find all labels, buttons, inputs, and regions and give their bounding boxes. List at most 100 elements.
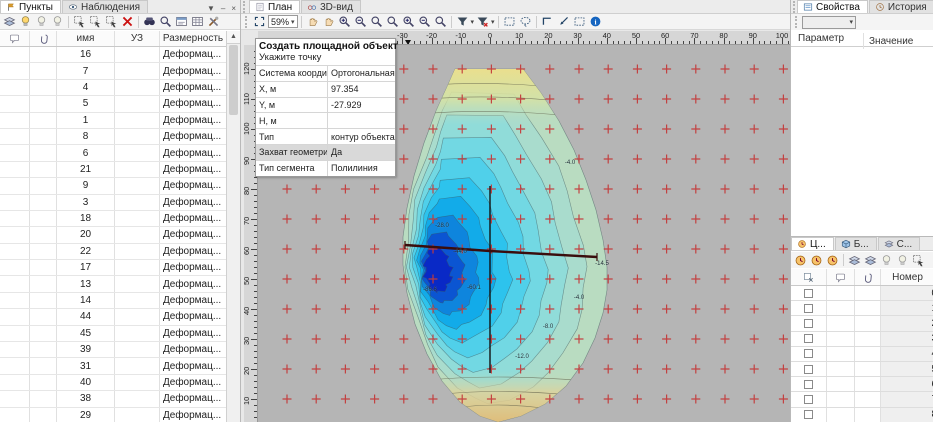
point-name-cell[interactable]: 45 (57, 326, 115, 341)
filter-clear-dropdown-icon[interactable]: ▾ (491, 18, 495, 26)
zoom-out-icon[interactable] (353, 15, 368, 29)
zoom-level-combobox[interactable]: 59% ▾ (268, 15, 298, 28)
dialog-field-value[interactable]: -27.929 (328, 100, 395, 110)
value-column-header[interactable]: Значение (863, 33, 913, 49)
delete-icon[interactable] (120, 15, 135, 29)
dimension-cell[interactable]: Деформац... (160, 358, 227, 373)
uz-cell[interactable] (115, 145, 160, 160)
dimension-cell[interactable]: Деформац... (160, 342, 227, 357)
table-row[interactable]: 18Деформац... (0, 211, 227, 227)
dimension-cell[interactable]: Деформац... (160, 162, 227, 177)
point-name-cell[interactable]: 29 (57, 408, 115, 422)
uz-cell[interactable] (115, 309, 160, 324)
cycle-row[interactable]: 0 (791, 286, 933, 301)
dimension-cell[interactable]: Деформац... (160, 227, 227, 242)
tab-history[interactable]: История (869, 0, 933, 13)
dimension-cell[interactable]: Деформац... (160, 375, 227, 390)
table-row[interactable]: 16Деформац... (0, 47, 227, 63)
zoom-previous-icon[interactable] (417, 15, 432, 29)
dimension-cell[interactable]: Деформац... (160, 80, 227, 95)
cycle-number-cell[interactable]: 6 (881, 377, 933, 391)
layer-down-icon[interactable] (863, 253, 878, 267)
cycle-row[interactable]: 3 (791, 332, 933, 347)
toolbar-grip[interactable] (245, 16, 249, 28)
table-row[interactable]: 31Деформац... (0, 358, 227, 374)
table-row[interactable]: 6Деформац... (0, 145, 227, 161)
panel-grip[interactable] (243, 1, 247, 13)
left-scrollbar[interactable]: ▲ (226, 31, 240, 422)
tab-points[interactable]: Пункты (0, 0, 61, 13)
table-row[interactable]: 40 Деформац... (0, 375, 227, 391)
dimension-column-header[interactable]: Размерность (160, 31, 227, 46)
filter-clear-icon[interactable] (475, 15, 490, 29)
binoculars-icon[interactable] (142, 15, 157, 29)
cycle-row[interactable]: 6 (791, 377, 933, 392)
cycle-number-cell[interactable]: 0 (881, 286, 933, 300)
dimension-cell[interactable]: Деформац... (160, 276, 227, 291)
dimension-cell[interactable]: Деформац... (160, 244, 227, 259)
uz-cell[interactable] (115, 260, 160, 275)
uz-cell[interactable] (115, 80, 160, 95)
cycle-number-cell[interactable]: 3 (881, 332, 933, 346)
name-column-header[interactable]: имя (57, 31, 115, 46)
point-name-cell[interactable]: 9 (57, 178, 115, 193)
select-remove-icon[interactable] (88, 15, 103, 29)
row-checkbox[interactable] (804, 319, 813, 328)
uz-cell[interactable] (115, 342, 160, 357)
select-box-icon[interactable] (911, 253, 926, 267)
uz-cell[interactable] (115, 358, 160, 373)
dimension-cell[interactable]: Деформац... (160, 47, 227, 62)
point-name-cell[interactable]: 21 (57, 162, 115, 177)
toolbar-grip[interactable] (795, 16, 799, 28)
row-checkbox[interactable] (804, 395, 813, 404)
point-name-cell[interactable]: 3 (57, 195, 115, 210)
cycle-number-cell[interactable]: 2 (881, 316, 933, 330)
point-name-cell[interactable]: 40 (57, 375, 115, 390)
dimension-cell[interactable]: Деформац... (160, 408, 227, 422)
uz-cell[interactable] (115, 276, 160, 291)
table-row[interactable]: 4 Деформац... (0, 80, 227, 96)
table-view-icon[interactable] (190, 15, 205, 29)
row-checkbox[interactable] (804, 289, 813, 298)
cycle-row[interactable]: 1 (791, 301, 933, 316)
table-row[interactable]: 3Деформац... (0, 195, 227, 211)
filter-icon[interactable] (455, 15, 470, 29)
table-row[interactable]: 7 Деформац... (0, 63, 227, 79)
table-row[interactable]: 21 Деформац... (0, 162, 227, 178)
point-name-cell[interactable]: 18 (57, 211, 115, 226)
zoom-window-icon[interactable] (369, 15, 384, 29)
uz-cell[interactable] (115, 375, 160, 390)
cycle-number-cell[interactable]: 8 (881, 408, 933, 422)
zoom-selected-icon[interactable] (385, 15, 400, 29)
dialog-field-value[interactable]: 97.354 (328, 84, 395, 94)
point-name-cell[interactable]: 13 (57, 276, 115, 291)
tab-properties[interactable]: Свойства (797, 0, 868, 13)
dimension-cell[interactable]: Деформац... (160, 63, 227, 78)
scrollbar-thumb[interactable] (229, 45, 238, 115)
dimension-cell[interactable]: Деформац... (160, 293, 227, 308)
pan-realtime-icon[interactable] (321, 15, 336, 29)
tab-blocks[interactable]: Б... (835, 237, 877, 250)
table-row[interactable]: 22Деформац... (0, 244, 227, 260)
dialog-field-value[interactable]: Да (328, 147, 395, 157)
dimension-cell[interactable]: Деформац... (160, 129, 227, 144)
point-name-cell[interactable]: 7 (57, 63, 115, 78)
tab-layers[interactable]: С... (878, 237, 921, 250)
pointer-arrow-icon[interactable] (556, 15, 571, 29)
uz-cell[interactable] (115, 162, 160, 177)
cycle-number-cell[interactable]: 4 (881, 347, 933, 361)
dashed-rect-icon[interactable] (572, 15, 587, 29)
row-checkbox[interactable] (804, 380, 813, 389)
dialog-field-value[interactable]: Полилиния (328, 163, 395, 173)
object-selector-combobox[interactable]: ▾ (802, 16, 856, 29)
uz-cell[interactable] (115, 391, 160, 406)
select-add-icon[interactable] (72, 15, 87, 29)
uz-cell[interactable] (115, 293, 160, 308)
dimension-cell[interactable]: Деформац... (160, 96, 227, 111)
table-row[interactable]: 29 Деформац... (0, 408, 227, 422)
bulb-off2-icon[interactable] (895, 253, 910, 267)
uz-cell[interactable] (115, 244, 160, 259)
zoom-in-icon[interactable] (337, 15, 352, 29)
point-name-cell[interactable]: 4 (57, 80, 115, 95)
table-row[interactable]: 9Деформац... (0, 178, 227, 194)
